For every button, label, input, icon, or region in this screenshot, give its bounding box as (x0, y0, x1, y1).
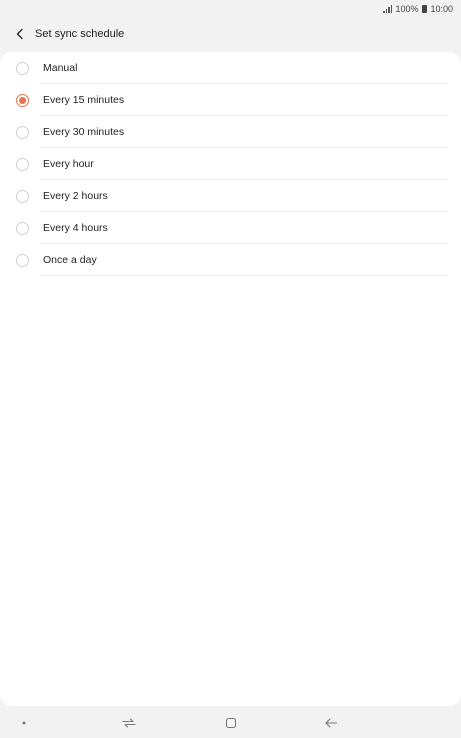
status-bar: 100% 10:00 (0, 0, 461, 18)
page-title: Set sync schedule (35, 28, 125, 40)
dot-icon[interactable] (21, 720, 27, 726)
option-manual[interactable]: Manual (0, 52, 461, 84)
navigation-bar (0, 708, 461, 738)
sync-option-list: Manual Every 15 minutes Every 30 minutes… (0, 52, 461, 276)
recent-apps-icon[interactable] (122, 717, 136, 729)
radio-button[interactable] (16, 157, 29, 171)
option-every-15-minutes[interactable]: Every 15 minutes (0, 84, 461, 116)
option-once-a-day[interactable]: Once a day (0, 244, 461, 276)
battery-percent: 100% (395, 4, 419, 14)
option-label: Every hour (43, 158, 94, 170)
options-card: Manual Every 15 minutes Every 30 minutes… (0, 52, 461, 706)
app-header: Set sync schedule (0, 20, 461, 48)
back-arrow-icon[interactable] (324, 717, 338, 729)
radio-button[interactable] (16, 125, 29, 139)
home-icon[interactable] (225, 717, 237, 729)
radio-button-selected[interactable] (16, 93, 29, 107)
option-label: Once a day (43, 254, 97, 266)
battery-icon (422, 5, 428, 13)
option-label: Every 15 minutes (43, 94, 125, 106)
signal-icon (383, 5, 393, 13)
option-label: Every 30 minutes (43, 126, 125, 138)
option-every-30-minutes[interactable]: Every 30 minutes (0, 116, 461, 148)
option-every-4-hours[interactable]: Every 4 hours (0, 212, 461, 244)
chevron-left-icon[interactable] (9, 23, 31, 45)
option-label: Every 4 hours (43, 222, 108, 234)
option-every-2-hours[interactable]: Every 2 hours (0, 180, 461, 212)
radio-button[interactable] (16, 253, 29, 267)
option-label: Every 2 hours (43, 190, 108, 202)
radio-button[interactable] (16, 61, 29, 75)
option-label: Manual (43, 62, 78, 74)
radio-button[interactable] (16, 189, 29, 203)
clock: 10:00 (430, 4, 453, 14)
radio-button[interactable] (16, 221, 29, 235)
option-every-hour[interactable]: Every hour (0, 148, 461, 180)
